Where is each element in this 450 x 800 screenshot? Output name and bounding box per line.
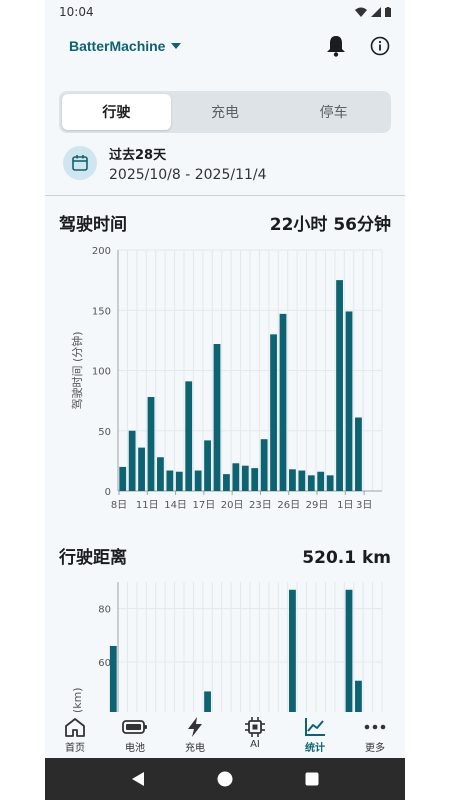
chart-bar	[251, 468, 259, 491]
chart-bar	[232, 463, 240, 491]
y-tick-label: 200	[92, 246, 111, 257]
bottom-nav: 首页 电池 充电 AI 统计 更多	[45, 712, 405, 758]
x-tick-label: 3日	[356, 500, 372, 511]
nav-home[interactable]: 首页	[45, 712, 105, 758]
chart-bar	[185, 381, 193, 491]
x-tick-label: 8日	[111, 500, 127, 511]
y-tick-label: 80	[98, 605, 111, 616]
drive-time-total: 22小时 56分钟	[269, 215, 391, 235]
chart-icon	[304, 715, 326, 739]
tab-park[interactable]: 停车	[279, 94, 388, 130]
chart-bar	[336, 280, 343, 491]
tab-charge[interactable]: 充电	[171, 94, 280, 130]
chart-bar	[345, 589, 353, 714]
chart-bar	[223, 474, 230, 491]
drive-time-title: 驾驶时间	[59, 215, 127, 235]
date-range-value: 2025/10/8 - 2025/11/4	[109, 166, 267, 183]
y-tick-label: 50	[98, 427, 111, 438]
chart-bar	[289, 589, 296, 714]
nav-stats[interactable]: 统计	[285, 712, 345, 758]
chart-bar	[138, 447, 145, 491]
tab-drive[interactable]: 行驶	[62, 94, 171, 130]
nav-battery[interactable]: 电池	[105, 712, 165, 758]
date-range-label: 过去28天	[109, 147, 167, 163]
chart-bar	[194, 470, 202, 491]
chart-bar	[317, 471, 325, 491]
chart-bar	[289, 469, 296, 491]
bolt-icon	[186, 715, 204, 739]
y-axis-label: 行驶距离 (km)	[70, 687, 84, 714]
chart-bar	[147, 397, 155, 491]
app-title[interactable]: BatterMachine	[69, 38, 165, 54]
chart-bar	[119, 466, 127, 491]
app-bar: BatterMachine	[45, 28, 405, 64]
chart-bar	[166, 470, 174, 491]
chart-bar	[279, 313, 287, 491]
nav-ai[interactable]: AI	[225, 712, 285, 758]
x-tick-label: 29日	[306, 500, 329, 511]
chart-bar	[355, 680, 362, 714]
system-nav-bar	[45, 758, 405, 800]
chart-bar	[128, 430, 136, 491]
nav-charge[interactable]: 充电	[165, 712, 225, 758]
distance-title: 行驶距离	[59, 548, 127, 568]
calendar-icon	[63, 146, 97, 180]
chart-bar	[326, 475, 334, 491]
x-tick-label: 11日	[136, 500, 159, 511]
x-tick-label: 17日	[192, 500, 215, 511]
x-tick-label: 20日	[221, 500, 244, 511]
wifi-icon	[355, 7, 367, 17]
drive-time-header: 驾驶时间 22小时 56分钟	[59, 210, 391, 235]
chart-bar	[270, 334, 277, 491]
battery-status-icon	[385, 7, 391, 17]
chart-bar	[241, 465, 249, 491]
bell-icon[interactable]	[325, 35, 347, 57]
status-time: 10:04	[59, 5, 94, 19]
chart-bar	[204, 691, 211, 714]
chevron-down-icon[interactable]	[171, 43, 182, 49]
y-tick-label: 150	[92, 306, 111, 317]
nav-more[interactable]: 更多	[345, 712, 405, 758]
mode-tabs: 行驶 充电 停车	[59, 91, 391, 133]
x-tick-label: 14日	[164, 500, 187, 511]
chart-bar	[157, 457, 164, 491]
chart-bar	[298, 470, 306, 491]
y-tick-label: 60	[98, 658, 111, 669]
recents-icon[interactable]	[305, 772, 319, 786]
chart-bar	[109, 645, 117, 714]
more-icon	[364, 715, 386, 739]
y-tick-label: 0	[105, 487, 111, 498]
x-tick-label: 23日	[249, 500, 272, 511]
chip-icon	[244, 715, 266, 739]
phone-screen: 10:04 BatterMachine 行驶 充电 停车 过去28天 2025/…	[45, 0, 405, 800]
y-tick-label: 100	[92, 367, 111, 378]
distance-header: 行驶距离 520.1 km	[59, 543, 391, 568]
x-tick-label: 1日	[337, 500, 353, 511]
divider	[45, 195, 405, 196]
x-tick-label: 26日	[277, 500, 300, 511]
date-range-selector[interactable]: 过去28天 2025/10/8 - 2025/11/4	[63, 140, 393, 186]
home-icon	[64, 715, 86, 739]
chart-bar	[355, 417, 362, 491]
distance-chart: 60 80 行驶距离 (km)	[70, 582, 383, 714]
y-axis-label: 驾驶时间 (分钟)	[70, 331, 84, 409]
back-icon[interactable]	[131, 771, 145, 787]
distance-total: 520.1 km	[302, 548, 391, 568]
home-button-icon[interactable]	[217, 771, 233, 787]
chart-bar	[345, 311, 353, 491]
status-bar: 10:04	[45, 0, 405, 24]
battery-icon	[122, 715, 148, 739]
chart-bar	[175, 471, 183, 491]
drive-time-chart: 0 50 100 150 200 8日 11日 14日 17日 20日 23日 26日 29日 1日 3日 驾…	[70, 246, 383, 511]
chart-bar	[260, 439, 268, 491]
chart-bar	[213, 343, 221, 491]
chart-bar	[204, 440, 211, 491]
chart-bar	[307, 475, 315, 491]
signal-icon	[371, 7, 381, 17]
info-icon[interactable]	[369, 35, 391, 57]
